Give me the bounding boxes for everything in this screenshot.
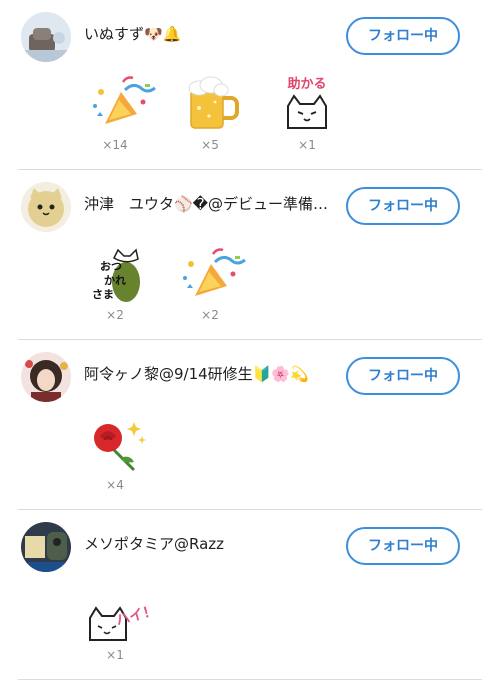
party-popper-icon [177,244,247,314]
cat-otsukaresama-icon: おつ かれ さま [82,244,152,314]
beer-mug-icon [177,72,247,142]
avatar[interactable] [21,352,71,402]
red-rose-icon [82,414,152,484]
stamp-count: ×2 [201,308,219,322]
avatar[interactable] [21,182,71,232]
user-name[interactable]: いぬすず🐶🔔 [84,24,332,44]
following-button[interactable]: フォロー中 [346,17,460,55]
avatar[interactable] [21,12,71,62]
stamp-count: ×1 [106,648,124,662]
stamp-count: ×5 [201,138,219,152]
list-item: いぬすず🐶🔔 フォロー中 ×14 ×5 助かる ×1 [0,0,482,170]
following-button[interactable]: フォロー中 [346,187,460,225]
list-item: 沖津 ユウタ⚾️�@デビュー準備… フォロー中 おつ かれ さま ×2 ×2 [0,170,482,340]
avatar[interactable] [21,522,71,572]
following-button[interactable]: フォロー中 [346,357,460,395]
following-button[interactable]: フォロー中 [346,527,460,565]
user-name[interactable]: 沖津 ユウタ⚾️�@デビュー準備… [84,194,332,214]
stamp-count: ×2 [106,308,124,322]
svg-text:さま: さま [92,288,114,301]
stamp-count: ×1 [298,138,316,152]
cat-hai-icon: ハイ！ [82,584,152,654]
user-name[interactable]: メソポタミア@Razz [84,534,332,554]
user-name[interactable]: 阿令ヶノ黎@9/14研修生🔰🌸💫 [84,364,332,384]
svg-text:助かる: 助かる [287,76,326,92]
stamp-count: ×4 [106,478,124,492]
list-item: 阿令ヶノ黎@9/14研修生🔰🌸💫 フォロー中 ×4 [0,340,482,510]
cat-tasukaru-icon: 助かる [272,72,342,142]
svg-text:おつ: おつ [100,260,122,273]
svg-text:かれ: かれ [104,274,126,287]
party-popper-icon [87,72,157,142]
list-item: メソポタミア@Razz フォロー中 ハイ！ ×1 [0,510,482,680]
stamp-count: ×14 [102,138,128,152]
